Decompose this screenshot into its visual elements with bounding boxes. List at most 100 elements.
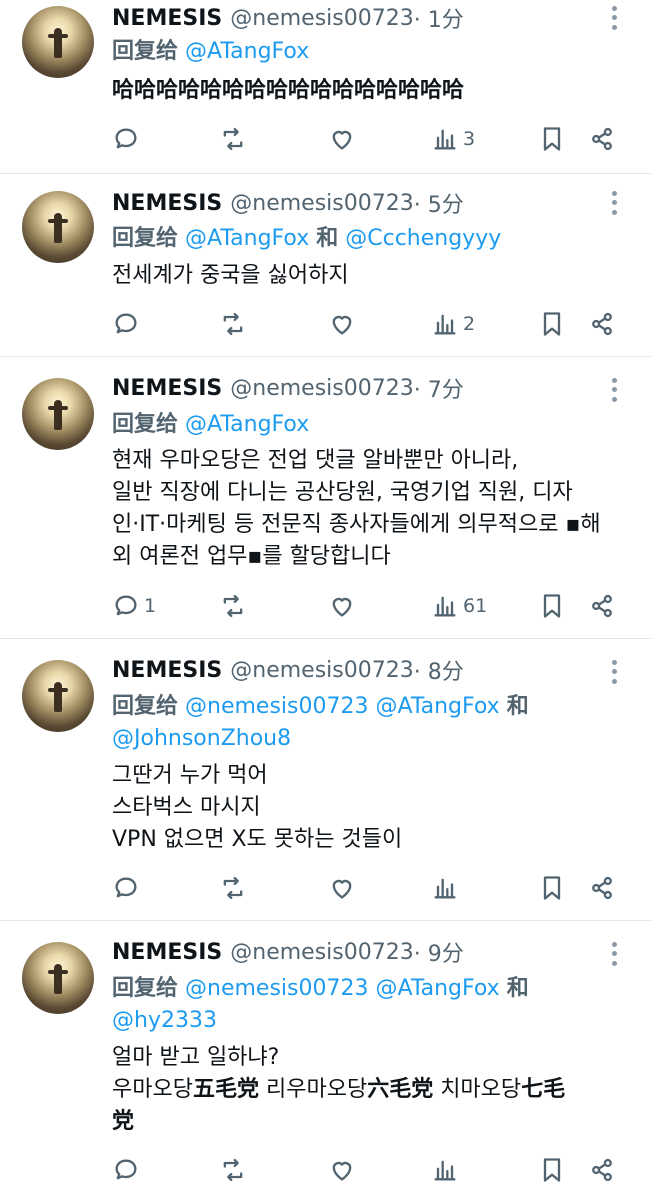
tweet-text: 현재 우마오당은 전업 댓글 알바뿐만 아니라, 일반 직장에 다니는 공산당원… — [112, 445, 651, 573]
bookmark-button[interactable] — [538, 871, 566, 905]
speech-bubble-icon — [115, 595, 137, 616]
avatar[interactable] — [22, 942, 94, 1014]
like-button[interactable] — [328, 1153, 356, 1187]
reply-mention-link[interactable]: @nemesis00723 @ATangFox — [185, 976, 500, 1001]
like-button[interactable] — [328, 307, 356, 341]
tweet-text-line: 얼마 받고 일하냐? — [112, 1045, 280, 1070]
reply-button[interactable] — [112, 122, 144, 156]
more-options-icon[interactable] — [606, 189, 622, 217]
avatar[interactable] — [22, 6, 94, 78]
timestamp[interactable]: · 5分 — [414, 187, 464, 219]
tweet-actions: 2 — [0, 307, 651, 341]
user-handle[interactable]: @nemesis00723 — [230, 658, 413, 683]
more-options-icon[interactable] — [606, 376, 622, 404]
views-button[interactable]: 3 — [431, 122, 475, 156]
bookmark-icon — [543, 312, 561, 336]
divider — [0, 173, 651, 174]
view-count: 2 — [463, 313, 476, 335]
bookmark-icon — [543, 594, 561, 618]
views-button[interactable]: 61 — [431, 589, 487, 623]
avatar[interactable] — [22, 191, 94, 263]
bookmark-button[interactable] — [538, 589, 566, 623]
like-button[interactable] — [328, 122, 356, 156]
views-button[interactable] — [431, 1153, 463, 1187]
views-button[interactable] — [431, 871, 463, 905]
text-fragment-bold: 六毛党 — [367, 1077, 434, 1102]
reply-mention-link[interactable]: @ATangFox — [185, 226, 309, 251]
reply-button[interactable] — [112, 307, 144, 341]
reply-mention-link[interactable]: @ATangFox — [185, 39, 309, 64]
user-handle[interactable]: @nemesis00723 — [230, 940, 413, 965]
tweet-header: NEMESIS @nemesis00723 · 5分 — [112, 187, 464, 219]
reply-conjunction: 和 — [316, 226, 339, 251]
share-icon — [592, 127, 612, 151]
tweet-text-line: 그딴거 누가 먹어 — [112, 763, 268, 788]
display-name[interactable]: NEMESIS — [112, 6, 222, 31]
like-button[interactable] — [328, 871, 356, 905]
timestamp[interactable]: · 1分 — [414, 2, 464, 34]
speech-bubble-icon — [115, 1159, 137, 1180]
tweet-text-line: 전세계가 중국을 싫어하지 — [112, 263, 349, 288]
tweet-header: NEMESIS @nemesis00723 · 8分 — [112, 654, 464, 686]
reply-count: 1 — [144, 595, 157, 617]
avatar[interactable] — [22, 660, 94, 732]
like-button[interactable] — [328, 589, 356, 623]
bookmark-icon — [543, 127, 561, 151]
retweet-button[interactable] — [219, 122, 247, 156]
reply-button[interactable] — [112, 1153, 144, 1187]
bookmark-button[interactable] — [538, 122, 566, 156]
share-button[interactable] — [588, 122, 616, 156]
more-options-icon[interactable] — [606, 940, 622, 968]
user-handle[interactable]: @nemesis00723 — [230, 376, 413, 401]
more-options-icon[interactable] — [606, 4, 622, 32]
share-button[interactable] — [588, 871, 616, 905]
reply-label: 回复给 — [112, 226, 179, 251]
display-name[interactable]: NEMESIS — [112, 658, 222, 683]
reply-mention-link[interactable]: @ATangFox — [185, 412, 309, 437]
share-button[interactable] — [588, 589, 616, 623]
tweet-actions: 1 61 — [0, 589, 651, 623]
reply-label: 回复给 — [112, 412, 179, 437]
views-button[interactable]: 2 — [431, 307, 475, 341]
bookmark-button[interactable] — [538, 1153, 566, 1187]
reply-label: 回复给 — [112, 39, 179, 64]
bar-chart-icon — [434, 596, 456, 617]
display-name[interactable]: NEMESIS — [112, 376, 222, 401]
tweet-text: 얼마 받고 일하냐? 우마오당五毛党 리우마오당六毛党 치마오당七毛 党 — [112, 1042, 632, 1138]
reply-button[interactable]: 1 — [112, 589, 156, 623]
reply-label: 回复给 — [112, 694, 179, 719]
more-options-icon[interactable] — [606, 658, 622, 686]
reply-mention-link[interactable]: @JohnsonZhou8 — [112, 723, 632, 755]
retweet-button[interactable] — [219, 589, 247, 623]
reply-mention-link[interactable]: @nemesis00723 @ATangFox — [185, 694, 500, 719]
tweet-text-line: 党 — [112, 1106, 632, 1138]
user-handle[interactable]: @nemesis00723 — [230, 191, 413, 216]
retweet-button[interactable] — [219, 871, 247, 905]
bookmark-button[interactable] — [538, 307, 566, 341]
tweet-text-line: 인·IT·마케팅 등 전문직 종사자들에게 의무적으로 ▪해 — [112, 512, 601, 537]
display-name[interactable]: NEMESIS — [112, 191, 222, 216]
user-handle[interactable]: @nemesis00723 — [230, 6, 413, 31]
share-icon — [592, 594, 612, 618]
tweet-text-line: 일반 직장에 다니는 공산당원, 국영기업 직원, 디자 — [112, 480, 573, 505]
heart-icon — [332, 879, 352, 899]
share-button[interactable] — [588, 307, 616, 341]
display-name[interactable]: NEMESIS — [112, 940, 222, 965]
retweet-button[interactable] — [219, 1153, 247, 1187]
share-button[interactable] — [588, 1153, 616, 1187]
text-fragment-bold: 党 — [112, 1109, 135, 1134]
reply-button[interactable] — [112, 871, 144, 905]
retweet-button[interactable] — [219, 307, 247, 341]
bar-chart-icon — [434, 1160, 456, 1181]
timestamp[interactable]: · 9分 — [414, 936, 464, 968]
reply-label: 回复给 — [112, 976, 179, 1001]
bookmark-icon — [543, 876, 561, 900]
tweet-actions — [0, 1153, 651, 1187]
timestamp[interactable]: · 8分 — [414, 654, 464, 686]
reply-mention-link[interactable]: @hy2333 — [112, 1005, 632, 1037]
share-icon — [592, 1158, 612, 1182]
timestamp[interactable]: · 7分 — [414, 372, 464, 404]
reply-mention-link[interactable]: @Ccchengyyy — [345, 226, 501, 251]
tweet-actions — [0, 871, 651, 905]
avatar[interactable] — [22, 378, 94, 450]
